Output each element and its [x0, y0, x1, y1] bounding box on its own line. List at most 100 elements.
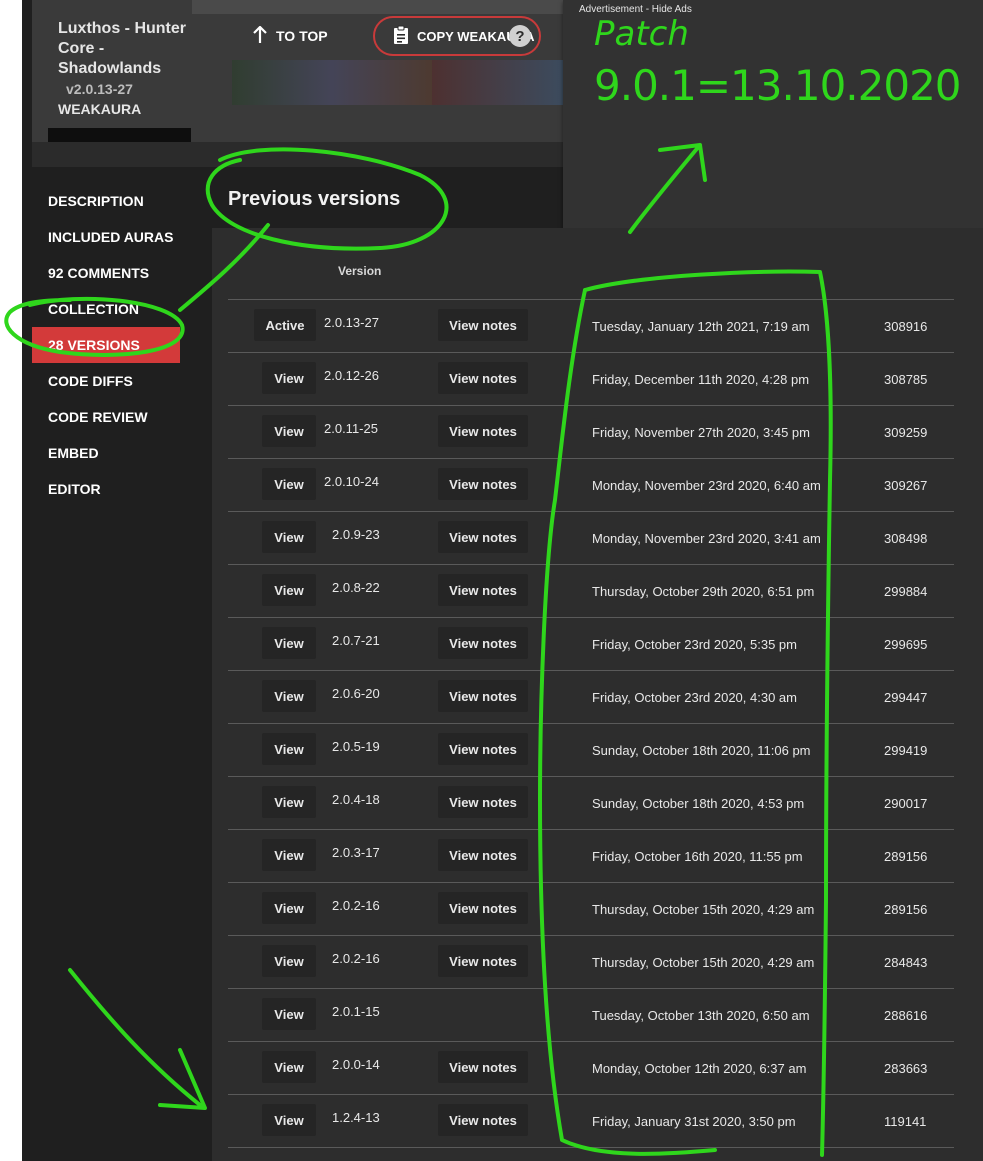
sidebar-item-embed[interactable]: EMBED [32, 435, 180, 471]
view-notes-button[interactable]: View notes [438, 415, 528, 447]
table-row: View 2.0.6-20 View notes Friday, October 23… [228, 671, 954, 724]
view-notes-button[interactable]: View notes [438, 786, 528, 818]
table-row: View 2.0.2-16 View notes Thursday, October … [228, 883, 954, 936]
view-version-button[interactable]: View [262, 945, 316, 977]
version-number: 2.0.5-19 [332, 739, 380, 754]
version-number: 2.0.2-16 [332, 951, 380, 966]
version-number: 2.0.13-27 [324, 315, 379, 330]
table-row: View 2.0.8-22 View notes Thursday, October … [228, 565, 954, 618]
view-version-button[interactable]: View [262, 415, 316, 447]
version-number: 2.0.0-14 [332, 1057, 380, 1072]
patch-note-annotation: Patch 9.0.1=13.10.2020 [594, 14, 962, 112]
banner-shadow-bar [48, 128, 191, 142]
version-date: Monday, October 12th 2020, 6:37 am [592, 1061, 807, 1076]
patch-note-date: 9.0.1=13.10.2020 [594, 61, 962, 110]
sidebar-item-editor[interactable]: EDITOR [32, 471, 180, 507]
sidebar-item-code-diffs[interactable]: CODE DIFFS [32, 363, 180, 399]
version-date: Friday, December 11th 2020, 4:28 pm [592, 372, 810, 387]
view-notes-button[interactable]: View notes [438, 1051, 528, 1083]
version-number: 2.0.3-17 [332, 845, 380, 860]
version-date: Thursday, October 15th 2020, 4:29 am [592, 955, 815, 970]
view-version-button[interactable]: View [262, 362, 316, 394]
view-version-button[interactable]: View [262, 1104, 316, 1136]
version-number: 2.0.9-23 [332, 527, 380, 542]
version-number: 2.0.10-24 [324, 474, 379, 489]
version-date: Friday, November 27th 2020, 3:45 pm [592, 425, 810, 440]
version-date: Friday, October 23rd 2020, 4:30 am [592, 690, 797, 705]
table-row: View 2.0.12-26 View notes Friday, December … [228, 353, 954, 406]
version-number: 2.0.4-18 [332, 792, 380, 807]
version-id: 309259 [884, 425, 928, 440]
view-version-button[interactable]: View [262, 468, 316, 500]
view-notes-button[interactable]: View notes [438, 468, 528, 500]
view-version-button[interactable]: View [262, 680, 316, 712]
view-notes-button[interactable]: View notes [438, 309, 528, 341]
sidebar-item-comments[interactable]: 92 COMMENTS [32, 255, 180, 291]
banner-breadcrumb-strip [192, 0, 572, 14]
version-id: 289156 [884, 902, 928, 917]
clipboard-icon [393, 25, 409, 48]
view-notes-button[interactable]: View notes [438, 362, 528, 394]
version-date: Tuesday, October 13th 2020, 6:50 am [592, 1008, 810, 1023]
version-id: 299695 [884, 637, 928, 652]
view-version-button[interactable]: View [262, 1051, 316, 1083]
arrow-up-icon [252, 24, 268, 47]
table-row: View 2.0.3-17 View notes Friday, October 16… [228, 830, 954, 883]
version-id: 288616 [884, 1008, 928, 1023]
view-notes-button[interactable]: View notes [438, 521, 528, 553]
view-notes-button[interactable]: View notes [438, 680, 528, 712]
view-version-button[interactable]: View [262, 627, 316, 659]
to-top-button[interactable]: TO TOP [252, 24, 328, 48]
version-date: Monday, November 23rd 2020, 6:40 am [592, 478, 821, 493]
view-notes-button[interactable]: View notes [438, 574, 528, 606]
table-header: Version [212, 262, 983, 282]
banner-image [232, 60, 432, 105]
version-id: 289156 [884, 849, 928, 864]
version-date: Friday, October 16th 2020, 11:55 pm [592, 849, 803, 864]
sidebar-item-collection[interactable]: COLLECTION [32, 291, 180, 327]
table-row: View 1.2.4-13 View notes Friday, January 31… [228, 1095, 954, 1148]
to-top-label: TO TOP [276, 28, 328, 44]
view-version-button[interactable]: View [262, 998, 316, 1030]
view-notes-button[interactable]: View notes [438, 627, 528, 659]
view-notes-button[interactable]: View notes [438, 733, 528, 765]
view-notes-button[interactable]: View notes [438, 839, 528, 871]
version-number: 2.0.1-15 [332, 1004, 380, 1019]
version-number: 2.0.2-16 [332, 898, 380, 913]
sidebar-item-included-auras[interactable]: INCLUDED AURAS [32, 219, 180, 255]
sidebar-item-code-review[interactable]: CODE REVIEW [32, 399, 180, 435]
version-id: 309267 [884, 478, 928, 493]
section-title: Previous versions [228, 188, 401, 210]
sidebar-nav: DESCRIPTION INCLUDED AURAS 92 COMMENTS C… [32, 183, 180, 507]
view-version-button[interactable]: View [262, 521, 316, 553]
view-version-button[interactable]: View [262, 574, 316, 606]
version-date: Thursday, October 29th 2020, 6:51 pm [592, 584, 815, 599]
sidebar-item-versions[interactable]: 28 VERSIONS [32, 327, 180, 363]
version-number: 2.0.12-26 [324, 368, 379, 383]
version-date: Friday, January 31st 2020, 3:50 pm [592, 1114, 796, 1129]
view-version-button[interactable]: View [262, 839, 316, 871]
version-id: 283663 [884, 1061, 928, 1076]
help-icon[interactable]: ? [509, 25, 531, 47]
versions-table: Version Active 2.0.13-27 View notes Tuesday… [212, 228, 983, 1161]
view-notes-button[interactable]: View notes [438, 945, 528, 977]
banner-image [432, 60, 572, 105]
version-id: 308916 [884, 319, 928, 334]
version-date: Monday, November 23rd 2020, 3:41 am [592, 531, 821, 546]
view-version-button[interactable]: View [262, 733, 316, 765]
table-row: View 2.0.10-24 View notes Monday, November … [228, 459, 954, 512]
view-notes-button[interactable]: View notes [438, 892, 528, 924]
aura-version: v2.0.13-27 [66, 81, 133, 97]
view-notes-button[interactable]: View notes [438, 1104, 528, 1136]
page: Luxthos - Hunter Core - Shadowlands v2.0… [22, 0, 983, 1161]
version-id: 299447 [884, 690, 928, 705]
view-version-button[interactable]: View [262, 892, 316, 924]
active-version-button[interactable]: Active [254, 309, 316, 341]
table-row: View 2.0.7-21 View notes Friday, October 23… [228, 618, 954, 671]
version-number: 2.0.6-20 [332, 686, 380, 701]
version-number: 2.0.11-25 [324, 421, 378, 436]
sidebar-item-description[interactable]: DESCRIPTION [32, 183, 180, 219]
version-date: Thursday, October 15th 2020, 4:29 am [592, 902, 815, 917]
view-version-button[interactable]: View [262, 786, 316, 818]
version-id: 299419 [884, 743, 928, 758]
